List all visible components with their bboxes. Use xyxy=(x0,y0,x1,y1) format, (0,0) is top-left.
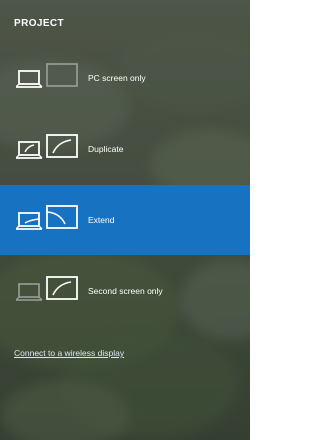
extend-icon xyxy=(16,203,80,237)
connect-wireless-display-link[interactable]: Connect to a wireless display xyxy=(14,348,124,358)
option-label: Duplicate xyxy=(88,144,124,154)
option-label: Extend xyxy=(88,215,115,225)
option-second-screen-only[interactable]: Second screen only xyxy=(0,256,250,326)
option-label: Second screen only xyxy=(88,286,163,296)
duplicate-icon xyxy=(16,132,80,166)
option-extend[interactable]: Extend xyxy=(0,185,250,255)
option-pc-screen-only[interactable]: PC screen only xyxy=(0,43,250,113)
panel-title: PROJECT xyxy=(14,18,65,29)
second-screen-only-icon xyxy=(16,274,80,308)
pc-screen-only-icon xyxy=(16,61,80,95)
project-flyout: PROJECT PC screen only Duplicate Extend … xyxy=(0,0,250,440)
option-duplicate[interactable]: Duplicate xyxy=(0,114,250,184)
option-label: PC screen only xyxy=(88,73,146,83)
